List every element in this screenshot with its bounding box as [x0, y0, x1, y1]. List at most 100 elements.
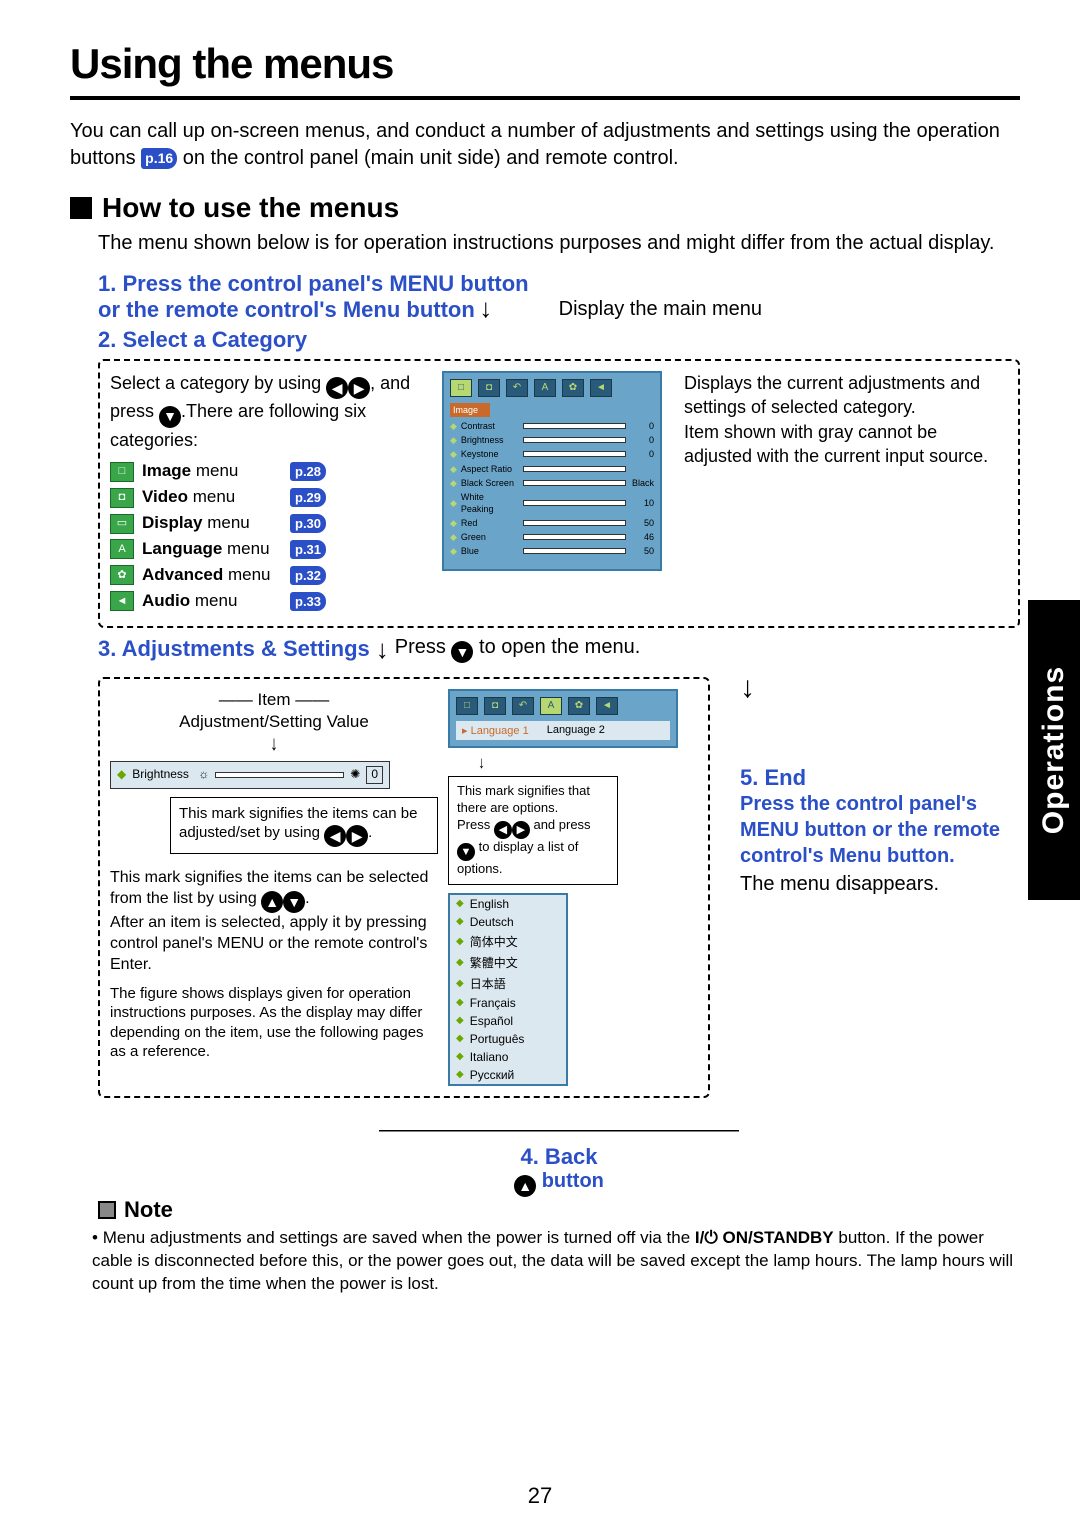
menu-label: Image menu	[142, 460, 282, 483]
menu-icon: ✿	[110, 565, 134, 585]
step2-title: 2. Select a Category	[98, 327, 1020, 353]
menu-row: ✿ Advanced menu p.32	[110, 564, 430, 587]
page-ref: p.30	[290, 514, 326, 534]
language-item: ◆Português	[450, 1030, 566, 1048]
osd-tab-image-icon: □	[450, 379, 472, 397]
adjustment-label: Adjustment/Setting Value	[179, 712, 369, 731]
step1-line1: 1. Press the control panel's MENU button	[98, 271, 529, 297]
page-number: 27	[0, 1483, 1080, 1509]
osd-tab-language-icon: A	[534, 379, 556, 397]
osd-item: ◆Red50	[450, 517, 654, 529]
menu-label: Language menu	[142, 538, 282, 561]
page-ref-16: p.16	[141, 148, 177, 169]
brightness-name: Brightness	[132, 767, 192, 783]
step3-side-a: Press	[395, 636, 452, 658]
osd-item: ◆Blue50	[450, 545, 654, 557]
onstandby-label: I/⏻ ON/STANDBY	[695, 1228, 834, 1247]
language1: Language 1	[471, 725, 529, 737]
language-item: ◆繁體中文	[450, 952, 566, 973]
arrow-down-icon: ↓	[740, 671, 1020, 705]
up-arrow-icon: ▲	[514, 1175, 536, 1197]
right-arrow-icon: ▶	[512, 821, 530, 839]
menu-icon: A	[110, 539, 134, 559]
side-tab-operations: Operations	[1028, 600, 1080, 900]
divider	[70, 96, 1020, 100]
figure-note: The figure shows displays given for oper…	[110, 984, 438, 1062]
osd-tab-advanced-icon: ✿	[568, 697, 590, 715]
bracket-up-icon: ⎯⎯⎯⎯⎯⎯⎯⎯⎯⎯⎯⎯⎯⎯⎯⎯⎯⎯⎯⎯⎯⎯⎯⎯⎯⎯⎯⎯⎯⎯	[98, 1116, 1020, 1144]
section-marker-icon	[70, 197, 92, 219]
language2: Language 2	[547, 724, 605, 737]
menu-label: Display menu	[142, 512, 282, 535]
step3-side-b: to open the menu.	[473, 636, 640, 658]
step2-panel: Select a category by using ◀▶, and press…	[98, 359, 1020, 628]
language-item: ◆Deutsch	[450, 913, 566, 931]
note-marker-icon	[98, 1201, 116, 1219]
arrow-down-icon: ↓	[479, 293, 492, 323]
osd-tab-audio-icon: ◄	[590, 379, 612, 397]
menu-icon: □	[110, 462, 134, 482]
page-ref: p.28	[290, 462, 326, 482]
page-title: Using the menus	[70, 40, 1020, 88]
osd-item: ◆Keystone0	[450, 448, 654, 460]
menu-icon: ▭	[110, 514, 134, 534]
callout-options: This mark signifies that there are optio…	[448, 776, 618, 885]
menu-row: A Language menu p.31	[110, 538, 430, 561]
list-note-b: After an item is selected, apply it by p…	[110, 914, 427, 973]
item-label: Item	[257, 690, 290, 709]
step4-title: 4. Back	[98, 1144, 1020, 1170]
step5-after: The menu disappears.	[740, 873, 1020, 896]
menu-row: ▭ Display menu p.30	[110, 512, 430, 535]
language-item: ◆Español	[450, 1012, 566, 1030]
page-ref: p.31	[290, 540, 326, 560]
step5-body: Press the control panel's MENU button or…	[740, 791, 1020, 869]
osd-tab-display-icon: ↶	[506, 379, 528, 397]
language-item: ◆Русский	[450, 1066, 566, 1084]
page-ref: p.29	[290, 488, 326, 508]
left-arrow-icon: ◀	[494, 821, 512, 839]
osd-tab-language-icon: A	[540, 697, 562, 715]
page-ref: p.32	[290, 566, 326, 586]
right-arrow-icon: ▶	[348, 377, 370, 399]
step2-right-text: Displays the current adjustments and set…	[684, 371, 1008, 616]
osd-tab-video-icon: ◘	[484, 697, 506, 715]
language-list: ◆English◆Deutsch◆简体中文◆繁體中文◆日本語◆Français◆…	[448, 893, 568, 1086]
menu-list: □ Image menu p.28 ◘ Video menu p.29 ▭ Display m…	[110, 460, 430, 613]
callout-adjust: This mark signifies the items can be adj…	[170, 797, 438, 855]
osd-tab-advanced-icon: ✿	[562, 379, 584, 397]
menu-icon: ◘	[110, 488, 134, 508]
note-title: Note	[124, 1197, 173, 1223]
menu-label: Video menu	[142, 486, 282, 509]
right-arrow-icon: ▶	[346, 825, 368, 847]
step5-title: 5. End	[740, 765, 1020, 791]
osd-tab-display-icon: ↶	[512, 697, 534, 715]
menu-row: □ Image menu p.28	[110, 460, 430, 483]
osd-item: ◆White Peaking10	[450, 491, 654, 515]
menu-label: Advanced menu	[142, 564, 282, 587]
section-title: How to use the menus	[102, 192, 399, 224]
osd-item: ◆Green46	[450, 531, 654, 543]
intro-paragraph: You can call up on-screen menus, and con…	[70, 118, 1020, 172]
left-arrow-icon: ◀	[324, 825, 346, 847]
menu-label: Audio menu	[142, 590, 282, 613]
arrow-down-icon: ↓	[270, 731, 279, 758]
language-item: ◆日本語	[450, 973, 566, 994]
brightness-row: ◆ Brightness ☼ ✺ 0	[110, 761, 390, 789]
callout2-c: to display a list of options.	[457, 839, 578, 876]
osd-header: Image	[450, 403, 490, 417]
language-item: ◆简体中文	[450, 931, 566, 952]
osd-tab-video-icon: ◘	[478, 379, 500, 397]
language-item: ◆English	[450, 895, 566, 913]
note-body: • Menu adjustments and settings are save…	[92, 1227, 1020, 1296]
down-arrow-icon: ▼	[451, 641, 473, 663]
left-arrow-icon: ◀	[326, 377, 348, 399]
osd-items: ◆Contrast0◆Brightness0◆Keystone0◆Aspect …	[450, 420, 654, 557]
osd-tab-image-icon: □	[456, 697, 478, 715]
up-arrow-icon: ▲	[261, 891, 283, 913]
menu-row: ◄Audio menup.33	[110, 590, 430, 613]
osd-item: ◆Brightness0	[450, 434, 654, 446]
note-body-a: Menu adjustments and settings are saved …	[103, 1228, 695, 1247]
step4-sub: button	[542, 1170, 604, 1192]
arrow-down-icon: ↓	[376, 643, 389, 656]
page-ref: p.33	[290, 592, 326, 612]
